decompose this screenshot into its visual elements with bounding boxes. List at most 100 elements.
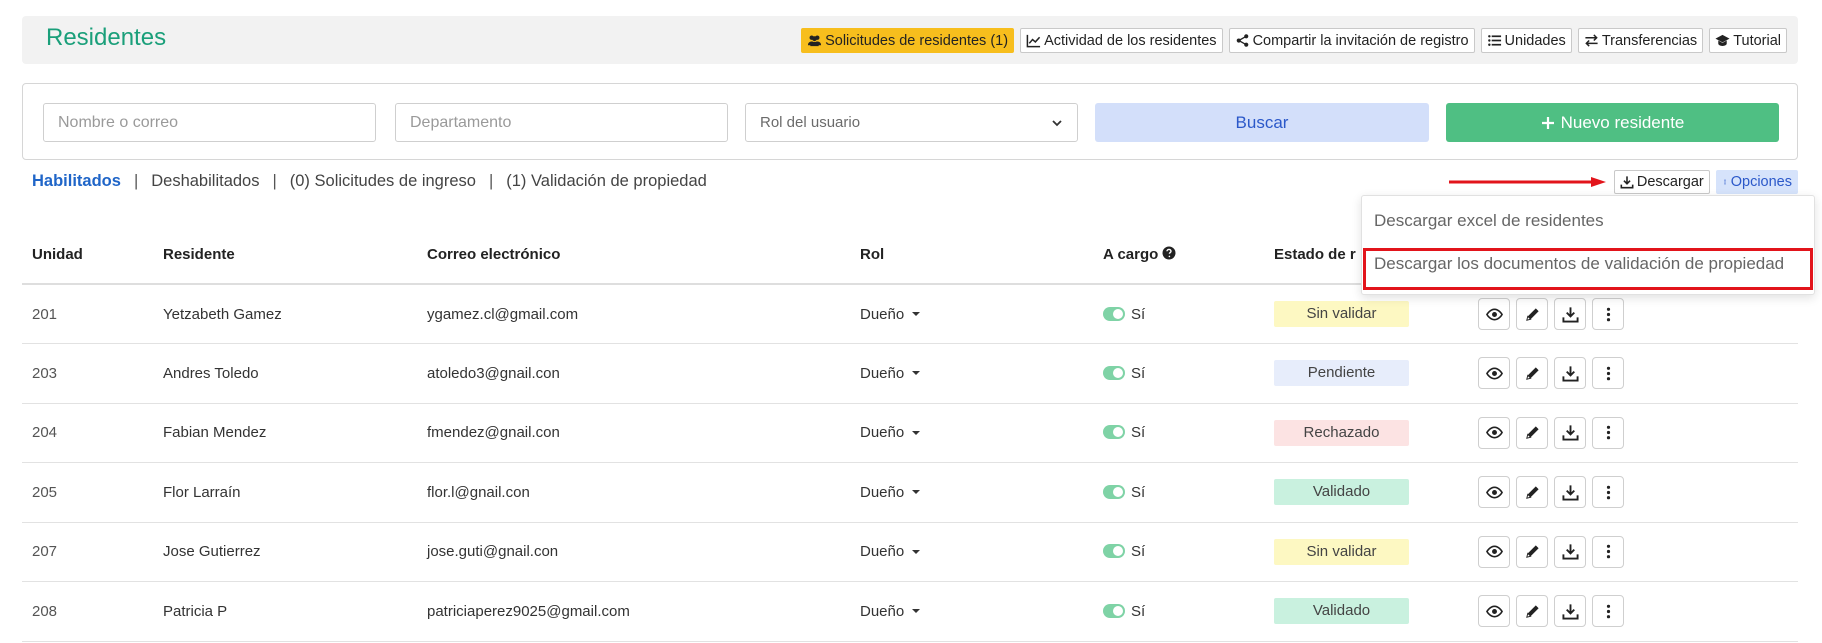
chevron-down-icon (1052, 119, 1062, 126)
tab-enabled[interactable]: Habilitados (32, 172, 121, 191)
pencil-icon (1525, 367, 1539, 380)
download-row-button[interactable] (1554, 476, 1586, 509)
cell-actions (1478, 581, 1798, 642)
table-tools: Descargar Opciones (1613, 170, 1798, 194)
department-input[interactable]: Departamento (395, 103, 728, 142)
download-row-button[interactable] (1554, 416, 1586, 449)
cell-unit: 201 (22, 284, 153, 344)
ellipsis-vertical-icon (1606, 485, 1610, 500)
download-row-button[interactable] (1554, 357, 1586, 390)
role-dropdown[interactable]: Dueño (860, 484, 921, 501)
question-circle-icon[interactable] (1162, 246, 1176, 260)
more-options-button[interactable] (1592, 357, 1624, 390)
view-button[interactable] (1478, 476, 1510, 509)
download-residents-excel-item[interactable]: Descargar excel de residentes (1374, 211, 1604, 231)
column-header-in-charge[interactable]: A cargo (1093, 226, 1264, 285)
view-button[interactable] (1478, 416, 1510, 449)
in-charge-toggle[interactable] (1103, 484, 1125, 499)
tab-separator: | (272, 172, 277, 190)
role-dropdown[interactable]: Dueño (860, 305, 921, 323)
download-row-button[interactable] (1554, 595, 1586, 628)
role-dropdown[interactable]: Dueño (860, 603, 921, 620)
in-charge-value: Sí (1131, 483, 1146, 501)
column-header-resident[interactable]: Residente (153, 226, 417, 285)
table-row: 203 Andres Toledo atoledo3@gnail.con Dueño S… (22, 343, 1798, 404)
share-invitation-button[interactable]: Compartir la invitación de registro (1228, 28, 1475, 53)
view-button[interactable] (1478, 357, 1510, 390)
in-charge-value: Sí (1131, 364, 1146, 382)
tab-separator: | (488, 172, 494, 190)
caret-down-icon (912, 312, 921, 316)
tab-property-validation[interactable]: (1) Validación de propiedad (506, 172, 707, 191)
new-resident-button[interactable]: Nuevo residente (1446, 103, 1779, 142)
tutorial-button[interactable]: Tutorial (1709, 28, 1787, 53)
in-charge-toggle[interactable] (1103, 425, 1125, 440)
view-button[interactable] (1478, 535, 1510, 568)
in-charge-toggle[interactable] (1103, 365, 1125, 380)
in-charge-header-label: A cargo (1103, 246, 1159, 263)
cell-role: Dueño (850, 403, 1093, 463)
search-button[interactable]: Buscar (1095, 103, 1429, 142)
edit-button[interactable] (1516, 535, 1548, 568)
more-options-button[interactable] (1592, 595, 1624, 628)
in-charge-value: Sí (1131, 543, 1146, 561)
page-header: Residentes Solicitudes de residentes (1)… (22, 16, 1798, 64)
resident-requests-button[interactable]: Solicitudes de residentes (1) (801, 28, 1015, 53)
role-dropdown[interactable]: Dueño (860, 424, 921, 442)
caret-down-icon (912, 609, 921, 614)
download-button[interactable]: Descargar (1613, 170, 1710, 194)
edit-button[interactable] (1516, 357, 1548, 390)
tab-entry-requests[interactable]: (0) Solicitudes de ingreso (290, 172, 476, 191)
transfers-button[interactable]: Transferencias (1577, 28, 1704, 53)
user-role-select-value: Rol del usuario (760, 114, 861, 131)
resident-activity-button[interactable]: Actividad de los residentes (1020, 28, 1223, 53)
more-options-button[interactable] (1592, 416, 1624, 449)
role-value: Dueño (860, 305, 905, 323)
in-charge-toggle[interactable] (1103, 306, 1125, 321)
view-button[interactable] (1478, 595, 1510, 628)
share-invitation-label: Compartir la invitación de registro (1252, 32, 1469, 49)
name-email-input[interactable]: Nombre o correo (43, 103, 376, 142)
cell-role: Dueño (850, 522, 1093, 582)
units-button[interactable]: Unidades (1480, 28, 1572, 53)
role-dropdown[interactable]: Dueño (860, 365, 921, 382)
cell-email: atoledo3@gnail.con (417, 343, 850, 404)
units-label: Unidades (1504, 32, 1566, 49)
in-charge-value: Sí (1131, 424, 1146, 442)
role-value: Dueño (860, 543, 905, 561)
status-badge: Sin validar (1274, 538, 1409, 565)
download-validation-documents-item[interactable]: Descargar los documentos de validación d… (1374, 254, 1784, 274)
chart-line-icon (1026, 34, 1041, 48)
column-header-role[interactable]: Rol (850, 226, 1093, 285)
cell-role: Dueño (850, 284, 1093, 344)
role-dropdown[interactable]: Dueño (860, 543, 921, 561)
more-options-button[interactable] (1592, 535, 1624, 568)
edit-button[interactable] (1516, 595, 1548, 628)
ellipsis-vertical-icon (1606, 604, 1610, 619)
cell-email: fmendez@gnail.con (417, 403, 850, 463)
in-charge-toggle[interactable] (1103, 544, 1125, 559)
more-options-button[interactable] (1592, 298, 1624, 330)
view-button[interactable] (1478, 298, 1510, 330)
table-row: 205 Flor Larraín flor.l@gnail.con Dueño Sí Va… (22, 462, 1798, 523)
edit-button[interactable] (1516, 298, 1548, 330)
options-button[interactable]: Opciones (1715, 170, 1798, 194)
cell-resident: Flor Larraín (153, 462, 417, 523)
edit-button[interactable] (1516, 416, 1548, 449)
cell-in-charge: Sí (1093, 343, 1264, 404)
role-value: Dueño (860, 424, 905, 442)
download-row-button[interactable] (1554, 298, 1586, 330)
download-label: Descargar (1636, 174, 1704, 190)
status-badge: Rechazado (1274, 419, 1409, 446)
options-label: Opciones (1730, 174, 1792, 190)
column-header-email[interactable]: Correo electrónico (417, 226, 850, 285)
download-row-button[interactable] (1554, 535, 1586, 568)
tab-disabled[interactable]: Deshabilitados (151, 172, 259, 191)
more-options-button[interactable] (1592, 476, 1624, 509)
column-header-unit[interactable]: Unidad (22, 226, 153, 285)
user-role-select[interactable]: Rol del usuario (745, 103, 1078, 142)
edit-button[interactable] (1516, 476, 1548, 509)
eye-icon (1485, 486, 1503, 499)
cell-in-charge: Sí (1093, 581, 1264, 642)
in-charge-toggle[interactable] (1103, 603, 1125, 618)
